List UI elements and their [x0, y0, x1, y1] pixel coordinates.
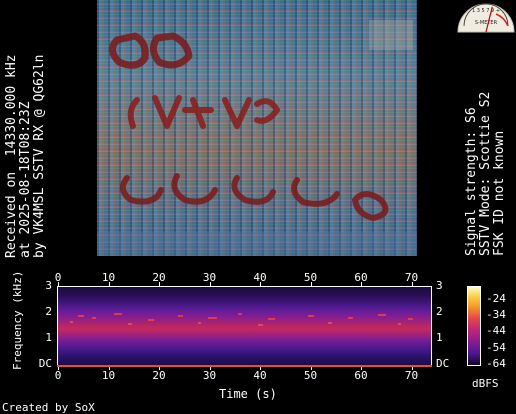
spectrogram-dc-line [57, 365, 432, 367]
y-tick-label-right: 3 [436, 279, 443, 292]
y-tick-label-right: 2 [436, 305, 443, 318]
spectrogram-xlabel: Time (s) [219, 387, 277, 401]
y-tick-label-right: DC [436, 357, 450, 370]
s-meter-gauge: 1 3 5 7 9 + S-METER [456, 0, 516, 34]
s-meter-digits: 1 3 5 7 9 + [472, 8, 500, 14]
y-tick-label-left: DC [38, 357, 52, 370]
spectrogram-ylabel: Frequency (kHz) [11, 270, 24, 370]
sstv-image-noise [97, 20, 417, 256]
fsk-id-line: FSK ID not known [492, 130, 507, 256]
spectrogram-plot [57, 286, 432, 366]
x-tick-label-bottom: 30 [202, 369, 217, 382]
colorbar-tick-label: -64 [486, 357, 506, 370]
signal-strength-line: Signal strength: S6 [464, 107, 479, 256]
colorbar-tick-label: -24 [486, 292, 506, 305]
colorbar [467, 286, 481, 366]
colorbar-unit: dBFS [472, 377, 499, 390]
reception-info-caption: Received on 14330.000 kHz at 2025-08-18T0… [4, 54, 47, 259]
x-tick-label-bottom: 40 [253, 369, 267, 382]
reception-station-line: by VK4MSL SSTV RX @ QG62ln [32, 54, 47, 259]
y-tick-label-left: 1 [45, 331, 52, 344]
signal-info-caption: Signal strength: S6 SSTV Mode: Scottie S2… [464, 91, 507, 256]
colorbar-tick-label: -54 [486, 341, 506, 354]
s-meter-icon: 1 3 5 7 9 + S-METER [457, 3, 515, 33]
colorbar-tick-label: -44 [486, 324, 506, 337]
spectrogram-texture [70, 313, 413, 326]
sstv-mode-line: SSTV Mode: Scottie S2 [478, 91, 493, 256]
x-tick-label-bottom: 0 [54, 369, 62, 382]
y-tick-label-left: 3 [45, 279, 52, 292]
x-tick-label-bottom: 50 [303, 369, 318, 382]
credit-text: Created by SoX [2, 401, 95, 414]
reception-time-line: at 2025-08-18T08:23Z [18, 101, 33, 258]
sstv-image [97, 0, 417, 256]
colorbar-tick-label: -34 [486, 308, 506, 321]
y-tick-label-left: 2 [45, 305, 52, 318]
x-tick-label-bottom: 10 [101, 369, 116, 382]
s-meter-scale-text: S-METER [475, 20, 498, 26]
y-tick-label-right: 1 [436, 331, 443, 344]
x-tick-label-bottom: 60 [354, 369, 368, 382]
x-tick-label-bottom: 70 [404, 369, 419, 382]
reception-frequency-line: Received on 14330.000 kHz [4, 54, 19, 259]
x-tick-label-bottom: 20 [152, 369, 166, 382]
